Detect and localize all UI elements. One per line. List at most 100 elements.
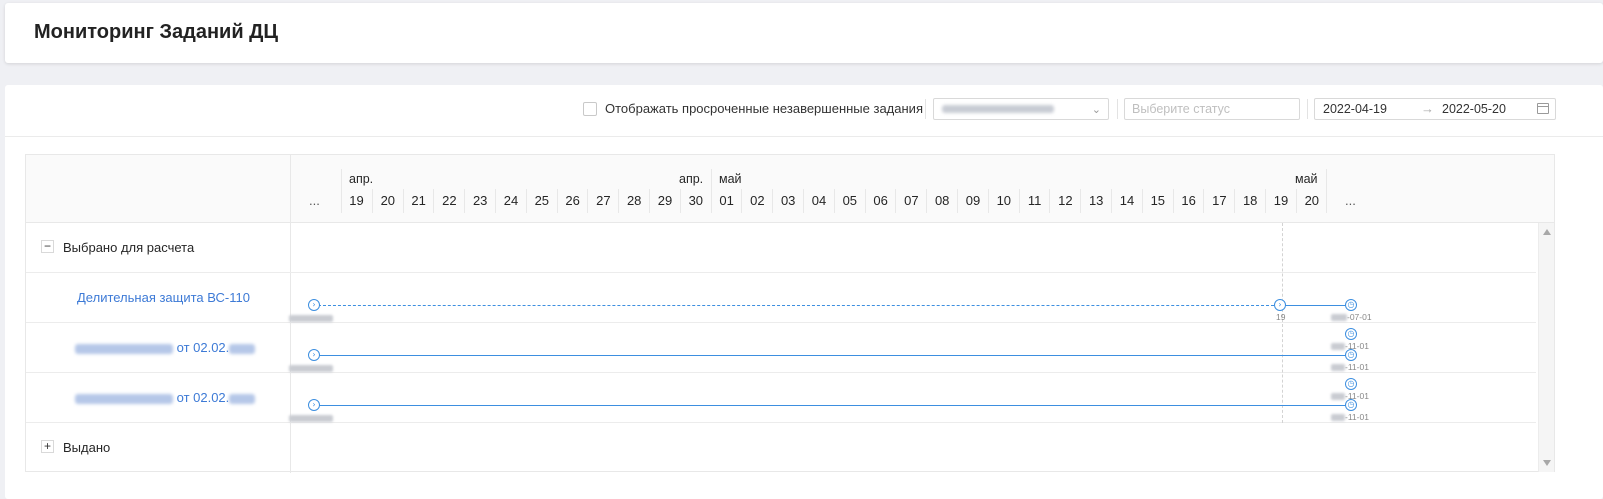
redacted-year xyxy=(229,343,256,354)
day-cell: 06 xyxy=(864,189,896,213)
chevron-down-icon: ⌄ xyxy=(1091,104,1101,116)
redacted-year xyxy=(229,393,256,404)
milestone-date-label: -07-01 xyxy=(1331,312,1372,322)
page-title: Мониторинг Заданий ДЦ xyxy=(34,21,279,43)
date-from[interactable]: 2022-04-19 xyxy=(1323,102,1387,116)
filter-bar: Отображать просроченные незавершенные за… xyxy=(5,85,1603,137)
divider xyxy=(1307,99,1308,119)
group-label: Выбрано для расчета xyxy=(63,240,195,255)
department-select[interactable]: ⌄ xyxy=(933,98,1109,120)
collapse-toggle[interactable]: − xyxy=(41,240,54,253)
milestone-date-label: -11-01 xyxy=(1331,391,1369,401)
row-label-cell: − Выбрано для расчета xyxy=(26,223,291,272)
task-bar xyxy=(1279,305,1351,306)
day-cell: 28 xyxy=(618,189,649,213)
day-cell: 27 xyxy=(587,189,618,213)
day-cell: 07 xyxy=(895,189,926,213)
redacted-name xyxy=(75,343,173,354)
day-cell: 04 xyxy=(803,189,834,213)
day-cell: 02 xyxy=(741,189,772,213)
chevron-right-circle-icon[interactable]: › xyxy=(308,399,320,411)
task-link[interactable]: Делительная защита ВС-110 xyxy=(77,290,250,305)
status-placeholder: Выберите статус xyxy=(1132,102,1230,116)
scroll-up-icon[interactable] xyxy=(1543,229,1551,235)
day-cell: 21 xyxy=(402,189,434,213)
expand-toggle[interactable]: + xyxy=(41,440,54,453)
day-cell: 08 xyxy=(926,189,957,213)
task-link[interactable]: от 02.02. xyxy=(75,390,256,405)
month-label: май xyxy=(1295,172,1318,186)
page-header: Мониторинг Заданий ДЦ xyxy=(5,3,1603,63)
month-label: апр. xyxy=(679,172,704,186)
timeline-ellipsis-start: ... xyxy=(309,193,320,208)
day-cell: 22 xyxy=(433,189,464,213)
task-link[interactable]: от 02.02. xyxy=(75,340,256,355)
timeline-header: ... апр. апр. май май ... 19 20 21 22 23 24 25… xyxy=(291,155,1554,223)
chevron-right-circle-icon[interactable]: › xyxy=(308,299,320,311)
timeline-ellipsis-end: ... xyxy=(1345,193,1356,208)
day-cell: 09 xyxy=(957,189,988,213)
day-cell: 13 xyxy=(1080,189,1111,213)
chevron-right-circle-icon[interactable]: › xyxy=(1274,299,1286,311)
day-cell: 16 xyxy=(1172,189,1204,213)
milestone-date-label xyxy=(289,313,333,323)
day-cell: 24 xyxy=(495,189,526,213)
group-label: Выдано xyxy=(63,440,111,455)
vertical-scrollbar[interactable] xyxy=(1538,223,1554,472)
row-label-cell: + Выдано xyxy=(26,423,291,473)
date-range-picker[interactable]: 2022-04-19 → 2022-05-20 xyxy=(1314,98,1556,120)
checkbox-box[interactable] xyxy=(583,101,597,116)
task-bar xyxy=(313,355,1351,356)
day-cell: 10 xyxy=(987,189,1019,213)
calendar-icon[interactable] xyxy=(1537,103,1549,114)
month-label: апр. xyxy=(349,172,374,186)
day-cell: 01 xyxy=(710,189,742,213)
gantt-header-corner xyxy=(26,155,291,223)
day-cell: 11 xyxy=(1018,189,1050,213)
task-bar-planned xyxy=(313,305,1279,306)
overdue-checkbox-label: Отображать просроченные незавершенные за… xyxy=(605,101,923,116)
today-marker xyxy=(1282,223,1283,423)
day-cell: 19 xyxy=(349,193,364,208)
day-cell: 15 xyxy=(1141,189,1173,213)
milestone-date-label xyxy=(289,363,333,373)
divider xyxy=(1117,99,1118,119)
day-cell: 30 xyxy=(679,189,711,213)
clock-circle-icon[interactable]: ◷ xyxy=(1345,378,1357,390)
arrow-right-icon: → xyxy=(1421,101,1434,116)
row-label-cell: Делительная защита ВС-110 xyxy=(26,273,291,322)
day-cell: 19 xyxy=(1265,189,1296,213)
day-cell: 29 xyxy=(649,189,680,213)
day-cell: 26 xyxy=(556,189,588,213)
status-select[interactable]: Выберите статус xyxy=(1124,98,1300,120)
day-cell: 05 xyxy=(833,189,865,213)
day-cell: 17 xyxy=(1203,189,1234,213)
redacted-name xyxy=(75,393,173,404)
row-label-cell: от 02.02. xyxy=(26,323,291,372)
clock-circle-icon[interactable]: ◷ xyxy=(1345,328,1357,340)
date-to[interactable]: 2022-05-20 xyxy=(1442,102,1506,116)
milestone-date-label: -11-01 xyxy=(1331,341,1369,351)
milestone-date-label: -11-01 xyxy=(1331,362,1369,372)
day-cell: 03 xyxy=(772,189,803,213)
redacted-value xyxy=(942,105,1054,113)
main-card: Отображать просроченные незавершенные за… xyxy=(5,85,1603,499)
milestone-date-label xyxy=(289,413,333,423)
day-cell: 14 xyxy=(1111,189,1142,213)
chevron-right-circle-icon[interactable]: › xyxy=(308,349,320,361)
timeline-body: › › ◷ 19 -07-01 › ◷ ◷ -11-01 -11-01 › ◷ … xyxy=(289,223,1536,472)
divider xyxy=(925,99,926,119)
overdue-checkbox[interactable]: Отображать просроченные незавершенные за… xyxy=(583,101,923,116)
clock-circle-icon[interactable]: ◷ xyxy=(1345,299,1357,311)
milestone-date-label: -11-01 xyxy=(1331,412,1369,422)
month-label: май xyxy=(719,172,742,186)
day-cell: 23 xyxy=(464,189,495,213)
task-link-suffix: от 02.02. xyxy=(176,390,230,405)
gantt-grid: ... апр. апр. май май ... 19 20 21 22 23 24 25… xyxy=(25,154,1555,473)
scroll-down-icon[interactable] xyxy=(1543,460,1551,466)
day-cell: 20 xyxy=(1295,189,1327,213)
day-cell: 20 xyxy=(371,189,403,213)
day-cell: 25 xyxy=(525,189,557,213)
day-cell: 18 xyxy=(1234,189,1265,213)
task-bar xyxy=(313,405,1351,406)
